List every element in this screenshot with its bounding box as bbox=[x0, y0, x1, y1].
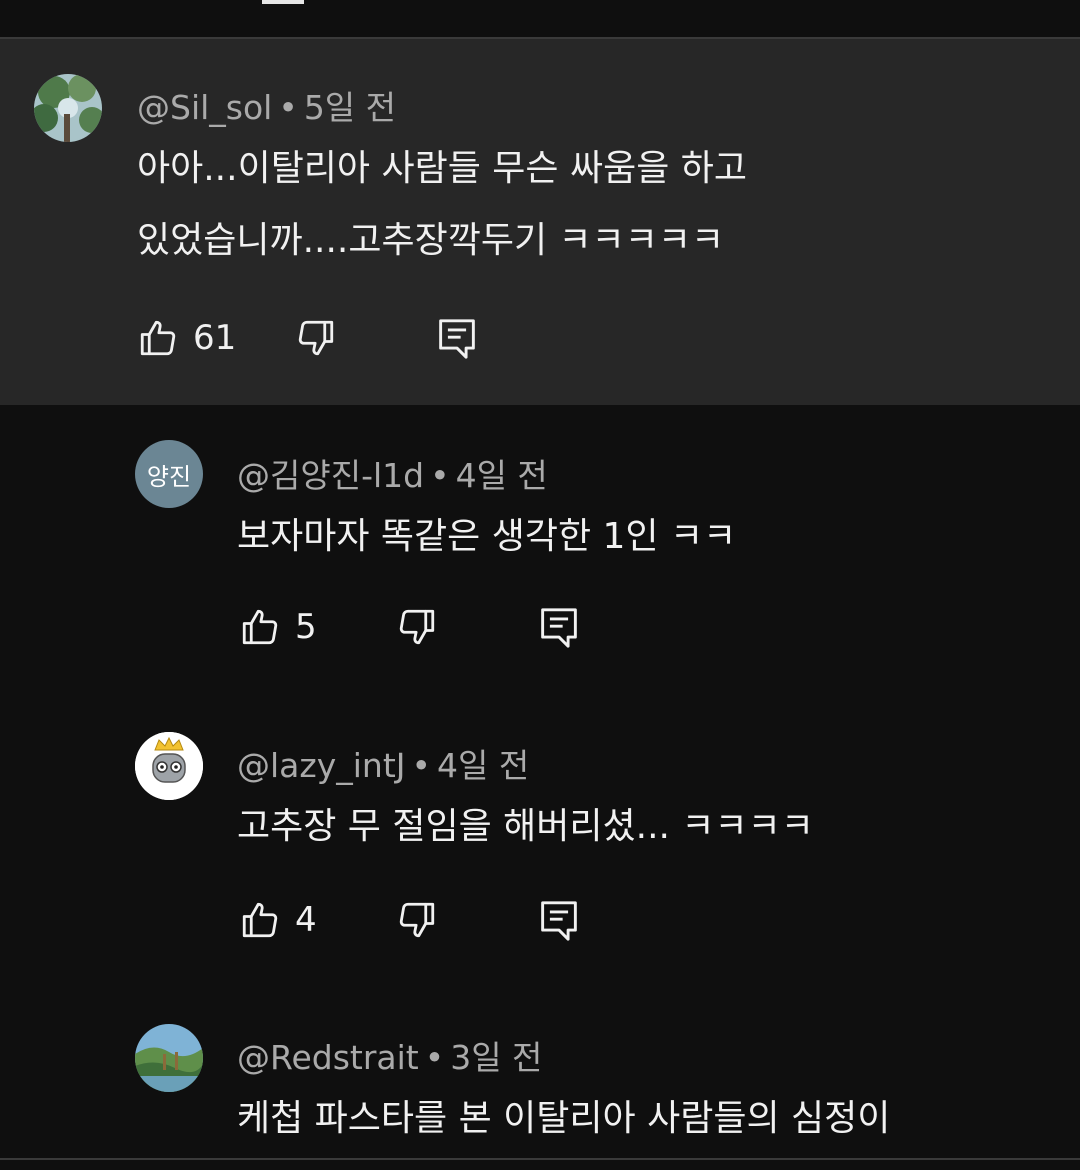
comment-text-line: 보자마자 똑같은 생각한 1인 ㅋㅋ bbox=[237, 516, 737, 557]
avatar[interactable] bbox=[34, 74, 102, 142]
dislike-button[interactable] bbox=[295, 317, 337, 359]
avatar[interactable]: 양진 bbox=[135, 440, 203, 508]
comment-time: 4일 전 bbox=[436, 746, 530, 785]
comment-item: @lazy_intJ • 4일 전 고추장 무 절임을 해버리셨... ㅋㅋㅋㅋ 4 bbox=[0, 698, 1080, 990]
comment-meta: @김양진-l1d • 4일 전 bbox=[237, 449, 548, 497]
comment-item: 양진 @김양진-l1d • 4일 전 보자마자 똑같은 생각한 1인 ㅋㅋ 5 bbox=[0, 406, 1080, 698]
avatar-initials: 양진 bbox=[146, 462, 192, 491]
dislike-button[interactable] bbox=[396, 606, 438, 648]
comment-time: 4일 전 bbox=[455, 456, 548, 495]
reply-button[interactable] bbox=[539, 899, 579, 943]
comment-actions: 5 bbox=[239, 606, 599, 656]
comment-item: @Sil_sol • 5일 전 아아...이탈리아 사람들 무슨 싸움을 하고 있었… bbox=[0, 39, 1080, 405]
like-button[interactable]: 5 bbox=[239, 606, 317, 648]
like-count: 4 bbox=[295, 900, 317, 940]
like-button[interactable]: 4 bbox=[239, 899, 317, 941]
like-count: 5 bbox=[295, 607, 317, 647]
comment-item: @Redstrait • 3일 전 케첩 파스타를 본 이탈리아 사람들의 심정이 bbox=[0, 990, 1080, 1158]
thumbs-down-icon bbox=[399, 609, 435, 645]
meta-separator: • bbox=[278, 88, 298, 127]
comment-author[interactable]: @김양진-l1d bbox=[237, 456, 424, 495]
comment-meta: @lazy_intJ • 4일 전 bbox=[237, 739, 529, 787]
meta-separator: • bbox=[411, 746, 431, 785]
thumbs-up-icon bbox=[242, 902, 278, 938]
comment-meta: @Redstrait • 3일 전 bbox=[237, 1031, 542, 1079]
avatar[interactable] bbox=[135, 1024, 203, 1092]
comment-text-line: 케첩 파스타를 본 이탈리아 사람들의 심정이 bbox=[237, 1098, 891, 1139]
reply-comment-icon bbox=[439, 319, 475, 359]
meta-separator: • bbox=[424, 1038, 445, 1077]
reply-comment-icon bbox=[541, 608, 577, 648]
comment-text-line: 있었습니까....고추장깍두기 ㅋㅋㅋㅋㅋ bbox=[137, 220, 725, 261]
dislike-button[interactable] bbox=[396, 899, 438, 941]
crowned-robot-icon bbox=[135, 732, 203, 800]
comment-meta: @Sil_sol • 5일 전 bbox=[137, 81, 396, 129]
comment-actions: 4 bbox=[239, 899, 599, 949]
comment-text-line: 고추장 무 절임을 해버리셨... ㅋㅋㅋㅋ bbox=[237, 806, 814, 847]
reply-button[interactable] bbox=[539, 606, 579, 650]
thumbs-up-icon bbox=[242, 609, 278, 645]
nature-photo-icon bbox=[34, 74, 102, 142]
thumbs-up-icon bbox=[140, 320, 176, 356]
reply-comment-icon bbox=[541, 901, 577, 941]
comment-text-line: 아아...이탈리아 사람들 무슨 싸움을 하고 bbox=[137, 148, 748, 189]
divider bbox=[0, 1158, 1080, 1160]
top-bar-handle bbox=[262, 0, 304, 4]
comment-time: 5일 전 bbox=[303, 88, 397, 127]
like-count: 61 bbox=[193, 318, 237, 358]
thumbs-down-icon bbox=[399, 902, 435, 938]
like-button[interactable]: 61 bbox=[137, 317, 236, 359]
avatar[interactable] bbox=[135, 732, 203, 800]
comment-actions: 61 bbox=[137, 317, 497, 367]
comment-author[interactable]: @lazy_intJ bbox=[237, 746, 406, 785]
comment-author[interactable]: @Sil_sol bbox=[137, 88, 272, 127]
meta-separator: • bbox=[430, 456, 450, 495]
comment-author[interactable]: @Redstrait bbox=[237, 1038, 419, 1077]
thumbs-down-icon bbox=[298, 320, 334, 356]
landscape-photo-icon bbox=[135, 1024, 203, 1092]
comment-time: 3일 전 bbox=[450, 1038, 543, 1077]
top-bar bbox=[0, 0, 1080, 39]
reply-button[interactable] bbox=[437, 317, 477, 361]
